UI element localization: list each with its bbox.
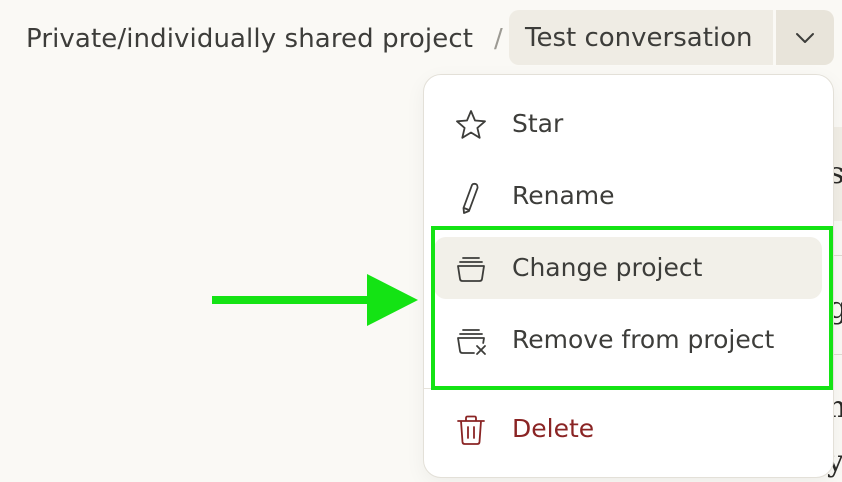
menu-item-label: Star	[512, 109, 564, 138]
background-divider	[833, 354, 842, 355]
trash-icon	[457, 415, 485, 445]
menu-item-rename[interactable]: Rename	[434, 165, 822, 227]
folder-remove-icon	[457, 329, 486, 355]
pointer-arrow-icon	[212, 274, 418, 326]
breadcrumb-project[interactable]: Private/individually shared project	[26, 22, 473, 56]
folder-stack-icon	[457, 257, 485, 282]
top-bar: Private/individually shared project / Te…	[0, 0, 842, 76]
menu-item-label: Rename	[512, 181, 615, 210]
background-divider	[833, 255, 842, 256]
menu-item-label: Delete	[512, 414, 595, 443]
conversation-title: Test conversation	[525, 23, 753, 53]
star-icon	[456, 110, 486, 139]
breadcrumb-separator: /	[494, 24, 503, 54]
menu-divider	[424, 388, 833, 389]
pencil-icon	[462, 182, 479, 214]
menu-item-delete[interactable]: Delete	[434, 398, 822, 460]
conversation-menu-button[interactable]	[776, 10, 834, 65]
conversation-dropdown-menu: Star Rename Change project Remove from p…	[423, 74, 834, 478]
menu-item-remove-from-project[interactable]: Remove from project	[434, 309, 822, 371]
chevron-down-icon	[796, 33, 814, 43]
menu-item-change-project[interactable]: Change project	[434, 237, 822, 299]
menu-item-label: Change project	[512, 253, 703, 282]
menu-item-label: Remove from project	[512, 325, 775, 354]
menu-item-star[interactable]: Star	[434, 93, 822, 155]
conversation-title-button[interactable]: Test conversation	[509, 10, 773, 65]
